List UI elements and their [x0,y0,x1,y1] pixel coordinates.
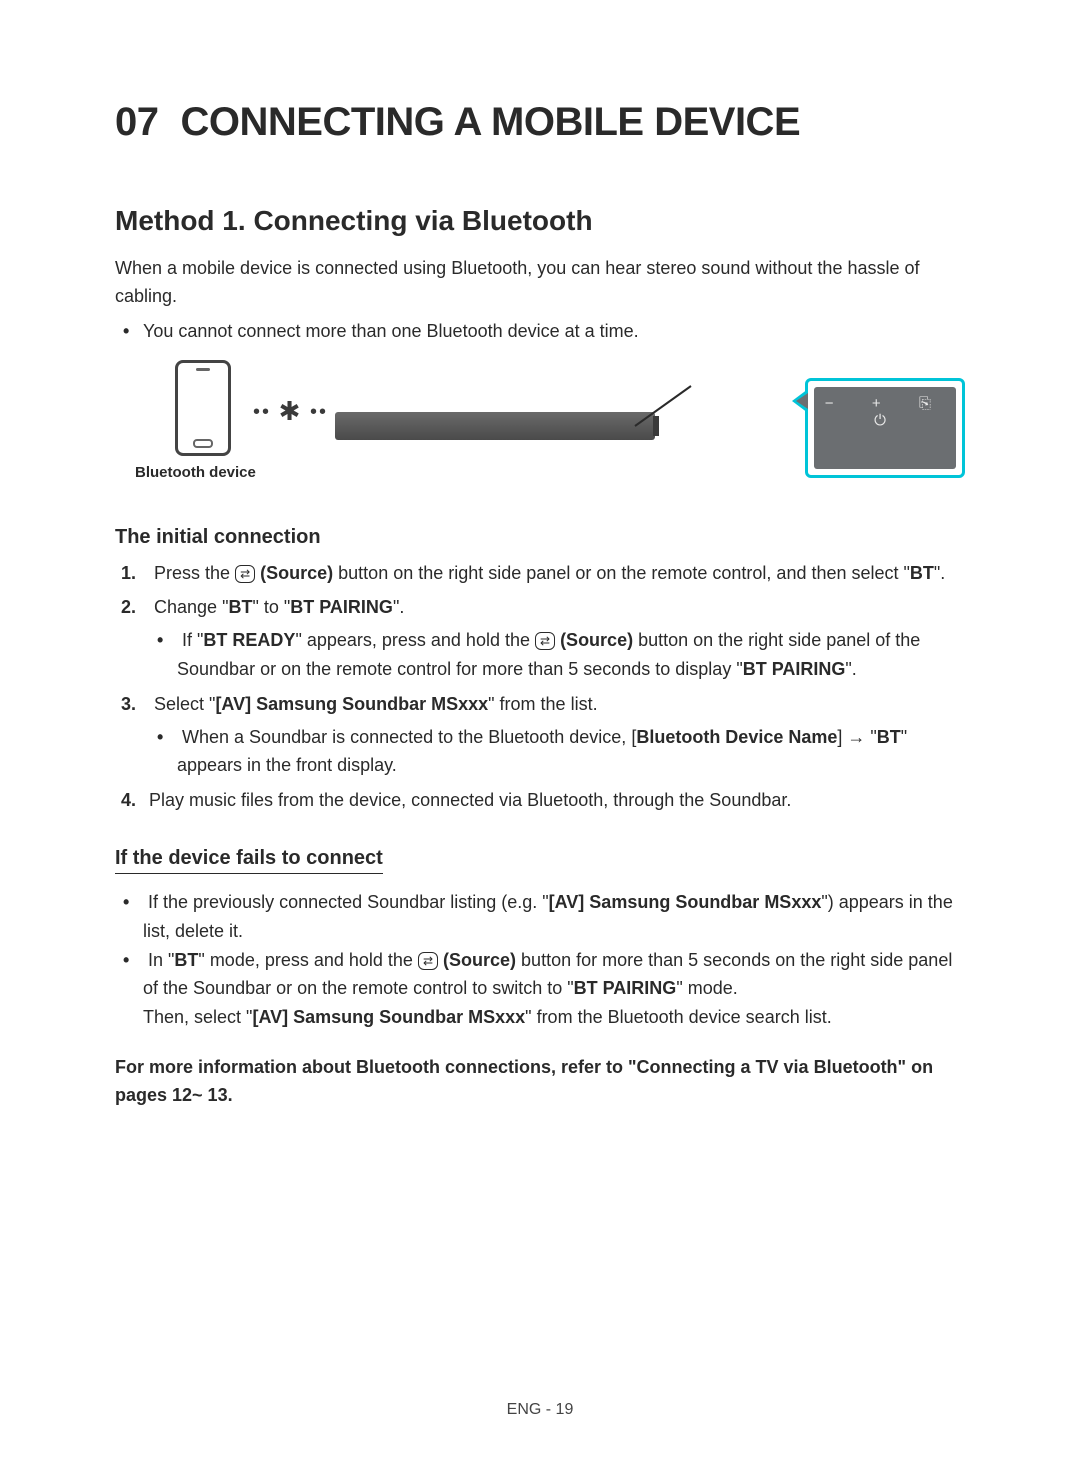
panel-buttons-icon: − + ⎘ ⏻ [814,395,956,429]
step-1: Press the (Source) button on the right s… [149,559,965,588]
step-2-note: If "BT READY" appears, press and hold th… [177,626,965,684]
source-icon [235,565,255,583]
control-panel-callout: − + ⎘ ⏻ [805,378,965,478]
phone-icon [175,360,231,456]
chapter-number: 07 [115,100,159,144]
method-heading: Method 1. Connecting via Bluetooth [115,205,965,237]
chapter-title: 07 CONNECTING A MOBILE DEVICE [115,100,965,145]
fails-bullet-2: In "BT" mode, press and hold the (Source… [143,946,965,1032]
intro-bullet: You cannot connect more than one Bluetoo… [143,317,965,346]
page-footer: ENG - 19 [0,1401,1080,1419]
step-3: Select "[AV] Samsung Soundbar MSxxx" fro… [149,690,965,780]
bluetooth-diagram: Bluetooth device •• ✱ •• − + ⎘ ⏻ [155,360,965,500]
source-icon [418,952,438,970]
fails-heading: If the device fails to connect [115,847,383,874]
phone-label: Bluetooth device [135,464,256,481]
bluetooth-link-icon: •• ✱ •• [253,396,328,427]
step-4: Play music files from the device, connec… [149,786,965,815]
more-info: For more information about Bluetooth con… [115,1054,965,1110]
leader-line [633,382,693,442]
intro-paragraph: When a mobile device is connected using … [115,255,965,311]
step-2: Change "BT" to "BT PAIRING". If "BT READ… [149,593,965,683]
fails-bullet-1: If the previously connected Soundbar lis… [143,888,965,946]
source-icon [535,632,555,650]
initial-connection-heading: The initial connection [115,526,965,549]
step-3-note: When a Soundbar is connected to the Blue… [177,723,965,781]
soundbar-icon [335,412,655,440]
chapter-text: CONNECTING A MOBILE DEVICE [181,100,801,144]
